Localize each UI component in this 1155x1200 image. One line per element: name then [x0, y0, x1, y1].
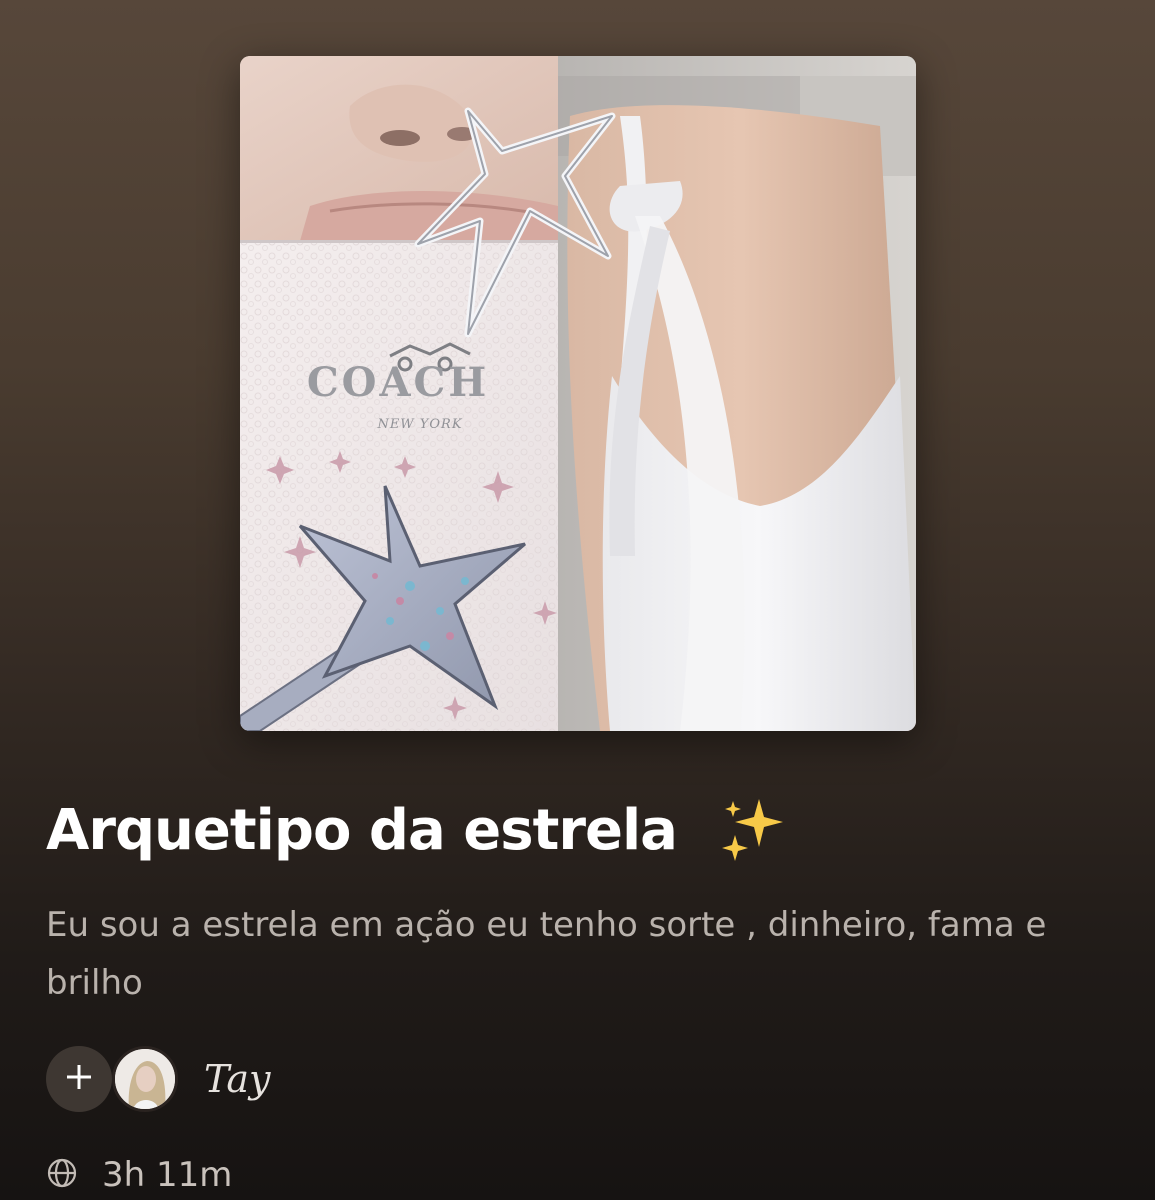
playlist-description: Eu sou a estrela em ação eu tenho sorte …	[46, 905, 1047, 1003]
owner-row: Tay	[46, 1046, 271, 1112]
cover-collage-image: COACH NEW YORK	[240, 56, 916, 731]
svg-text:NEW YORK: NEW YORK	[376, 417, 462, 432]
globe-icon	[46, 1157, 78, 1193]
playlist-duration: 3h 11m	[102, 1155, 233, 1195]
playlist-meta: 3h 11m	[46, 1150, 232, 1200]
add-collaborator-button[interactable]	[46, 1046, 112, 1112]
plus-icon	[64, 1062, 94, 1096]
owner-name[interactable]: Tay	[204, 1057, 271, 1101]
playlist-cover[interactable]: COACH NEW YORK	[240, 56, 916, 731]
playlist-title: Arquetipo da estrela	[46, 790, 789, 870]
sparkles-icon	[719, 795, 789, 865]
svg-text:COACH: COACH	[307, 359, 489, 406]
playlist-title-text: Arquetipo da estrela	[46, 797, 678, 863]
owner-avatar[interactable]	[112, 1046, 178, 1112]
